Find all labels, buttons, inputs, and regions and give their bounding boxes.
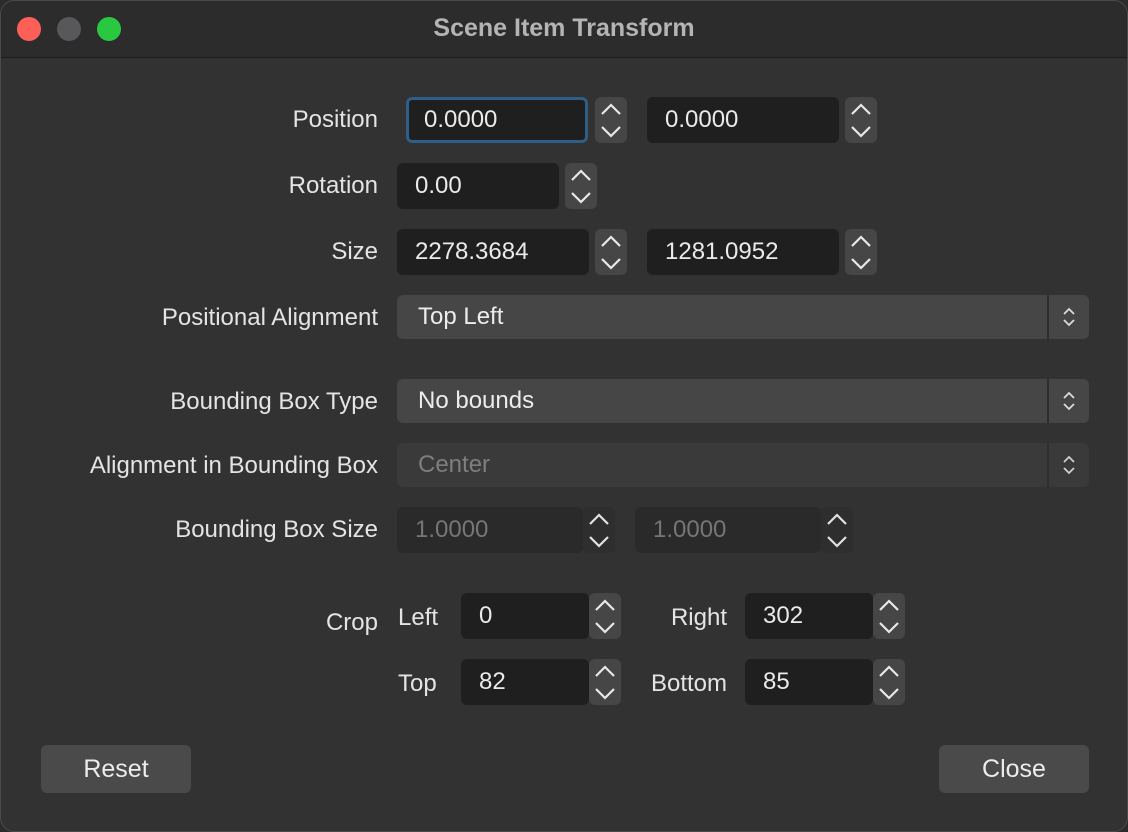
reset-button[interactable]: Reset xyxy=(41,745,191,793)
close-button[interactable]: Close xyxy=(939,745,1089,793)
bounding-box-height-input[interactable]: 1.0000 xyxy=(635,507,821,553)
bounding-box-type-value: No bounds xyxy=(418,387,535,414)
chevron-up-icon[interactable] xyxy=(845,229,877,252)
size-height-stepper xyxy=(845,229,877,275)
chevron-down-icon[interactable] xyxy=(845,252,877,275)
positional-alignment-select[interactable]: Top Left xyxy=(397,295,1089,339)
chevron-up-icon[interactable] xyxy=(583,507,615,530)
crop-left-stepper xyxy=(589,593,621,639)
rotation-label: Rotation xyxy=(288,172,378,199)
bounding-box-width-stepper xyxy=(583,507,615,553)
bounding-box-type-label: Bounding Box Type xyxy=(170,388,378,415)
chevron-up-icon[interactable] xyxy=(595,97,627,120)
crop-left-spinbox: 0 xyxy=(461,593,621,639)
alignment-in-bounding-box-select[interactable]: Center xyxy=(397,443,1089,487)
transform-window: Scene Item Transform Position 0.0000 0.0… xyxy=(0,0,1128,832)
chevron-up-icon[interactable] xyxy=(565,163,597,186)
chevron-down-icon[interactable] xyxy=(589,682,621,705)
chevron-up-icon[interactable] xyxy=(873,593,905,616)
window-title: Scene Item Transform xyxy=(433,14,695,42)
chevron-down-icon[interactable] xyxy=(565,186,597,209)
up-down-chevron-icon xyxy=(1049,379,1089,423)
alignment-in-bounding-box-label: Alignment in Bounding Box xyxy=(89,452,378,479)
crop-left-input[interactable]: 0 xyxy=(461,593,589,639)
bounding-box-size-label: Bounding Box Size xyxy=(175,516,378,543)
crop-right-spinbox: 302 xyxy=(745,593,905,639)
crop-top-label: Top xyxy=(398,670,437,697)
position-x-spinbox: 0.0000 xyxy=(406,97,628,143)
crop-right-stepper xyxy=(873,593,905,639)
bounding-box-width-input[interactable]: 1.0000 xyxy=(397,507,583,553)
rotation-input[interactable]: 0.00 xyxy=(397,163,559,209)
size-width-input[interactable]: 2278.3684 xyxy=(397,229,589,275)
position-y-input[interactable]: 0.0000 xyxy=(647,97,839,143)
rotation-stepper xyxy=(565,163,597,209)
crop-bottom-spinbox: 85 xyxy=(745,659,905,705)
chevron-up-icon[interactable] xyxy=(595,229,627,252)
positional-alignment-value: Top Left xyxy=(418,303,504,330)
up-down-chevron-icon xyxy=(1049,443,1089,487)
alignment-in-bounding-box-value: Center xyxy=(418,451,491,478)
crop-bottom-stepper xyxy=(873,659,905,705)
chevron-up-icon[interactable] xyxy=(821,507,853,530)
title-bar: Scene Item Transform xyxy=(1,1,1127,58)
crop-left-label: Left xyxy=(398,604,439,631)
chevron-up-icon[interactable] xyxy=(873,659,905,682)
chevron-down-icon[interactable] xyxy=(845,120,877,143)
chevron-down-icon[interactable] xyxy=(583,530,615,553)
chevron-down-icon[interactable] xyxy=(595,252,627,275)
position-x-input[interactable]: 0.0000 xyxy=(406,97,588,143)
bounding-box-width-spinbox: 1.0000 xyxy=(397,507,615,553)
position-label: Position xyxy=(292,106,378,133)
position-x-stepper xyxy=(595,97,627,143)
rotation-spinbox: 0.00 xyxy=(397,163,597,209)
crop-right-label: Right xyxy=(670,604,727,631)
bounding-box-height-spinbox: 1.0000 xyxy=(635,507,855,553)
position-y-stepper xyxy=(845,97,877,143)
chevron-down-icon[interactable] xyxy=(595,120,627,143)
up-down-chevron-icon xyxy=(1049,295,1089,339)
chevron-up-icon[interactable] xyxy=(589,593,621,616)
chevron-up-icon[interactable] xyxy=(845,97,877,120)
chevron-down-icon[interactable] xyxy=(873,682,905,705)
bounding-box-height-stepper xyxy=(821,507,853,553)
crop-right-input[interactable]: 302 xyxy=(745,593,873,639)
chevron-down-icon[interactable] xyxy=(589,616,621,639)
chevron-down-icon[interactable] xyxy=(821,530,853,553)
positional-alignment-label: Positional Alignment xyxy=(161,304,378,331)
chevron-down-icon[interactable] xyxy=(873,616,905,639)
crop-top-stepper xyxy=(589,659,621,705)
crop-label: Crop xyxy=(325,609,378,636)
chevron-up-icon[interactable] xyxy=(589,659,621,682)
bounding-box-type-select[interactable]: No bounds xyxy=(397,379,1089,423)
size-height-spinbox: 1281.0952 xyxy=(647,229,877,275)
position-y-spinbox: 0.0000 xyxy=(647,97,877,143)
size-width-spinbox: 2278.3684 xyxy=(397,229,627,275)
crop-bottom-label: Bottom xyxy=(650,670,727,697)
crop-bottom-input[interactable]: 85 xyxy=(745,659,873,705)
crop-top-spinbox: 82 xyxy=(461,659,621,705)
crop-top-input[interactable]: 82 xyxy=(461,659,589,705)
size-height-input[interactable]: 1281.0952 xyxy=(647,229,839,275)
size-width-stepper xyxy=(595,229,627,275)
size-label: Size xyxy=(331,238,378,265)
